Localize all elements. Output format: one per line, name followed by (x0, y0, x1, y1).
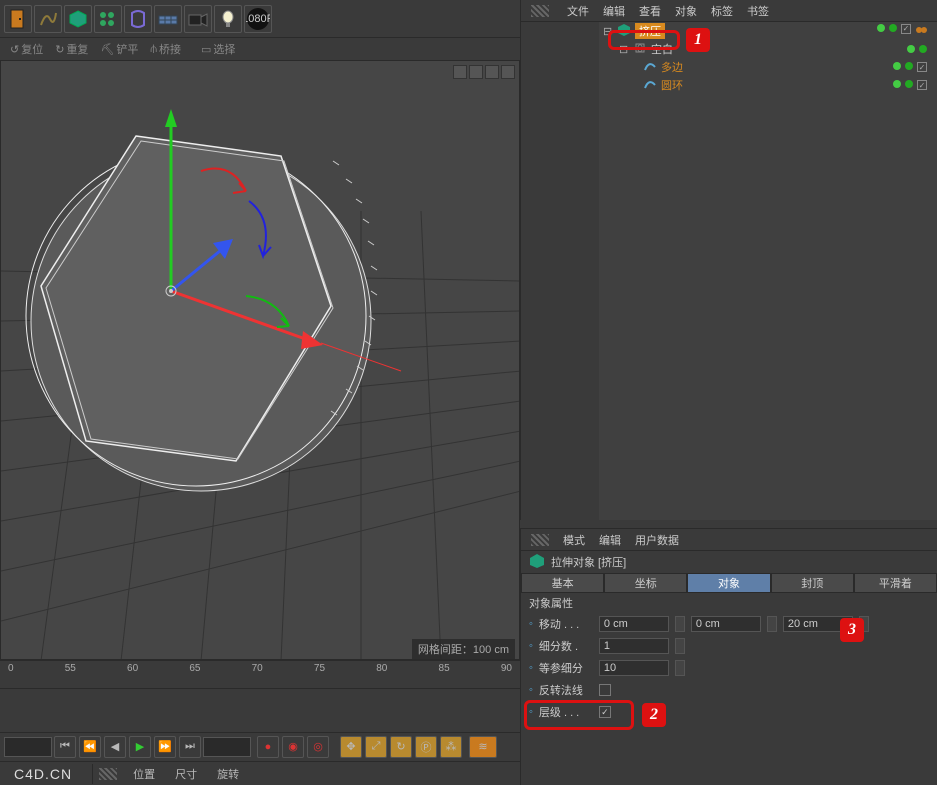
cube-green-icon[interactable] (64, 5, 92, 33)
go-start-icon[interactable]: ⏮ (54, 736, 76, 758)
flatten-icon[interactable]: ⛏ 铲平 (96, 41, 142, 57)
timeline-controls: ⏮ ⏪ ◀ ▶ ⏩ ⏭ ● ◉ ◎ ✥ ⤢ ↻ Ⓟ ⁂ ≋ (0, 732, 520, 760)
spline-s-icon[interactable] (34, 5, 62, 33)
tab-caps[interactable]: 封顶 (771, 573, 854, 593)
objmgr-menu-view[interactable]: 查看 (639, 3, 661, 19)
start-frame-field[interactable] (4, 737, 52, 757)
attr-section-title: 对象属性 (521, 593, 937, 613)
camera-icon[interactable] (184, 5, 212, 33)
repeat-icon[interactable]: ↻ 重复 (51, 41, 92, 57)
attr-row-iso: ◦等参细分 10 (521, 657, 937, 679)
attr-row-flip: ◦反转法线 (521, 679, 937, 701)
spline-icon (643, 59, 657, 76)
tag-icon[interactable] (915, 24, 927, 39)
step-back-icon[interactable]: ⏪ (79, 736, 101, 758)
end-frame-field[interactable] (203, 737, 251, 757)
objmgr-menu: 文件 编辑 查看 对象 标签 书签 (521, 0, 937, 22)
iso-spin[interactable] (675, 660, 685, 676)
attribute-manager: 模式 编辑 用户数据 拉伸对象 [挤压] 基本 坐标 对象 封顶 平滑着 对象属… (520, 528, 937, 785)
tree-row-circle[interactable]: 圆环 ✓ (599, 76, 937, 94)
param-key-icon[interactable]: Ⓟ (415, 736, 437, 758)
tab-basic[interactable]: 基本 (521, 573, 604, 593)
play-icon[interactable]: ▶ (129, 736, 151, 758)
pla-key-icon[interactable]: ⁂ (440, 736, 462, 758)
tree-row-polygon[interactable]: 多边 ✓ (599, 58, 937, 76)
callout-1: 1 (686, 28, 710, 52)
attr-menu-userdata[interactable]: 用户数据 (635, 532, 679, 548)
autokey-icon[interactable]: ◉ (282, 736, 304, 758)
attr-menu: 模式 编辑 用户数据 (521, 529, 937, 551)
callout-box-2 (524, 700, 634, 730)
deformer-icon[interactable] (124, 5, 152, 33)
undo-dup-icon[interactable]: ↺ 复位 (6, 41, 47, 57)
rot-key-icon[interactable]: ↻ (390, 736, 412, 758)
objmgr-menu-edit[interactable]: 编辑 (603, 3, 625, 19)
record-icon[interactable]: ● (257, 736, 279, 758)
size-label: 尺寸 (165, 766, 207, 782)
viewport-3d[interactable]: 网格间距：100 cm (0, 60, 520, 660)
object-manager: 文件 编辑 查看 对象 标签 书签 ⊟ 挤压 ✓ ⊟ 0 空白 多边 ✓ 圆环 … (520, 0, 937, 520)
enable-dot[interactable] (877, 24, 885, 32)
callout-box-1 (608, 30, 680, 50)
attr-menu-edit[interactable]: 编辑 (599, 532, 621, 548)
callout-3: 3 (840, 618, 864, 642)
viewport-grid-label: 网格间距：100 cm (412, 639, 515, 659)
objmgr-menu-tags[interactable]: 标签 (711, 3, 733, 19)
panel-grip-icon[interactable] (531, 5, 549, 17)
svg-text:1080P: 1080P (246, 13, 270, 25)
panel-grip-icon[interactable] (531, 534, 549, 546)
objmgr-tree[interactable]: ⊟ 挤压 ✓ ⊟ 0 空白 多边 ✓ 圆环 ✓ (599, 22, 937, 520)
attr-object-title: 拉伸对象 [挤压] (521, 551, 937, 573)
move-key-icon[interactable]: ✥ (340, 736, 362, 758)
select-icon[interactable]: ▭ 选择 (197, 41, 239, 57)
subdiv-field[interactable]: 1 (599, 638, 669, 654)
extrude-object-icon (529, 553, 545, 572)
move-y-field[interactable]: 0 cm (691, 616, 761, 632)
scale-key-icon[interactable]: ⤢ (365, 736, 387, 758)
visibility-check[interactable]: ✓ (901, 24, 911, 34)
tab-phong[interactable]: 平滑着 (854, 573, 937, 593)
timeline-ruler[interactable]: 05560 657075 808590 (0, 660, 520, 684)
bridge-icon[interactable]: ⫛ 桥接 (146, 41, 185, 57)
attr-tabs: 基本 坐标 对象 封顶 平滑着 (521, 573, 937, 593)
render-dot[interactable] (889, 24, 897, 32)
status-bar: C4D.CN 位置 尺寸 旋转 (0, 761, 520, 785)
move-x-field[interactable]: 0 cm (599, 616, 669, 632)
light-icon[interactable] (214, 5, 242, 33)
viewport-scene (1, 61, 520, 660)
array-icon[interactable] (94, 5, 122, 33)
floor-icon[interactable] (154, 5, 182, 33)
attr-row-move: ◦移动 . . . 0 cm 0 cm 20 cm (521, 613, 937, 635)
move-x-spin[interactable] (675, 616, 685, 632)
key-icon[interactable]: ◎ (307, 736, 329, 758)
spline-icon (643, 77, 657, 94)
position-label: 位置 (123, 766, 165, 782)
objmgr-menu-file[interactable]: 文件 (567, 3, 589, 19)
iso-field[interactable]: 10 (599, 660, 669, 676)
play-back-icon[interactable]: ◀ (104, 736, 126, 758)
step-fwd-icon[interactable]: ⏩ (154, 736, 176, 758)
move-y-spin[interactable] (767, 616, 777, 632)
tab-coord[interactable]: 坐标 (604, 573, 687, 593)
go-end-icon[interactable]: ⏭ (179, 736, 201, 758)
tab-object[interactable]: 对象 (687, 573, 770, 593)
callout-2: 2 (642, 703, 666, 727)
flip-checkbox[interactable] (599, 684, 611, 696)
door-exit-icon[interactable] (4, 5, 32, 33)
objmgr-menu-object[interactable]: 对象 (675, 3, 697, 19)
attr-menu-mode[interactable]: 模式 (563, 532, 585, 548)
brand-label: C4D.CN (0, 766, 86, 782)
attr-row-subdiv: ◦细分数 . 1 (521, 635, 937, 657)
secondary-toolbar: ↺ 复位 ↻ 重复 ⛏ 铲平 ⫛ 桥接 ▭ 选择 (0, 38, 520, 60)
rotation-label: 旋转 (207, 766, 249, 782)
render-1080p-icon[interactable]: 1080P (244, 5, 272, 33)
objmgr-menu-bookmarks[interactable]: 书签 (747, 3, 769, 19)
fcurve-icon[interactable]: ≋ (469, 736, 497, 758)
subdiv-spin[interactable] (675, 638, 685, 654)
